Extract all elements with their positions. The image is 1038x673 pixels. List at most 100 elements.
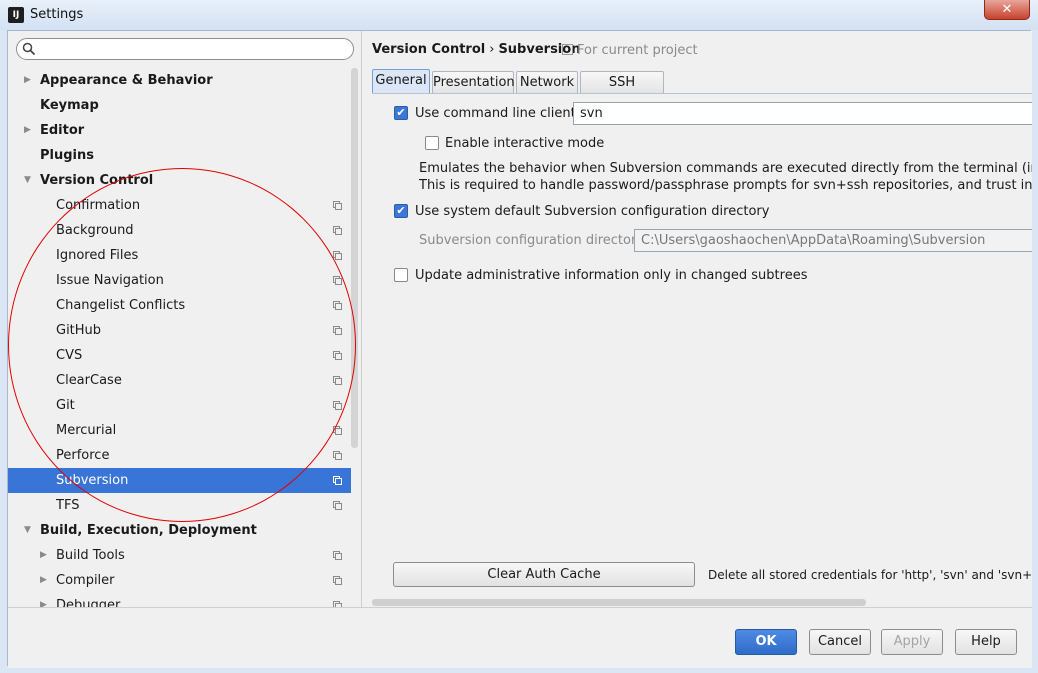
breadcrumb-separator: ›: [489, 42, 495, 57]
dialog-button-bar: OK Cancel Apply Help: [8, 607, 1032, 668]
sidebar-item-git[interactable]: Git: [8, 393, 351, 418]
sidebar-item-editor[interactable]: ▶ Editor: [8, 118, 351, 143]
use-command-line-client-label: Use command line client:: [415, 106, 581, 121]
breadcrumb-parent: Version Control: [372, 42, 486, 57]
title-bar: IJ Settings ✕: [0, 0, 1038, 30]
settings-window: IJ Settings ✕ ▶ Appearance & Behavior Keym…: [0, 0, 1038, 673]
sidebar-item-label: Build, Execution, Deployment: [40, 523, 257, 538]
expand-arrow-down-icon[interactable]: ▼: [24, 168, 31, 193]
tab-general[interactable]: General: [372, 69, 430, 93]
window-title: Settings: [30, 7, 84, 22]
cancel-button[interactable]: Cancel: [809, 629, 871, 655]
update-admin-info-label: Update administrative information only i…: [415, 268, 808, 283]
project-level-icon: [333, 426, 342, 435]
expand-arrow-right-icon[interactable]: ▶: [40, 543, 47, 568]
project-level-icon: [333, 226, 342, 235]
sidebar-item-label: Perforce: [56, 448, 110, 463]
dialog-client-area: ▶ Appearance & Behavior Keymap ▶ Editor Plugi…: [7, 30, 1032, 668]
apply-button[interactable]: Apply: [881, 629, 943, 655]
intellij-app-icon: IJ: [8, 7, 24, 23]
sidebar-item-build-execution-deployment[interactable]: ▼ Build, Execution, Deployment: [8, 518, 351, 543]
project-scope-icon: [562, 44, 573, 55]
sidebar-scrollbar[interactable]: [351, 68, 358, 448]
settings-sidebar: ▶ Appearance & Behavior Keymap ▶ Editor Plugi…: [8, 31, 360, 607]
project-level-icon: [333, 251, 342, 260]
ok-button[interactable]: OK: [735, 629, 797, 655]
expand-arrow-right-icon[interactable]: ▶: [40, 568, 47, 593]
tab-network[interactable]: Network: [516, 71, 578, 93]
project-level-icon: [333, 476, 342, 485]
project-level-icon: [333, 551, 342, 560]
expand-arrow-right-icon[interactable]: ▶: [24, 118, 31, 143]
interactive-mode-description-line-2: This is required to handle password/pass…: [419, 178, 1032, 193]
sidebar-item-tfs[interactable]: TFS: [8, 493, 351, 518]
sidebar-item-cvs[interactable]: CVS: [8, 343, 351, 368]
general-tab-panel: ✔ Use command line client: svn Enable in…: [372, 93, 1032, 587]
tab-ssh-settings[interactable]: SSH Settings: [580, 71, 664, 111]
sidebar-item-compiler[interactable]: ▶ Compiler: [8, 568, 351, 593]
project-level-icon: [333, 326, 342, 335]
sidebar-item-mercurial[interactable]: Mercurial: [8, 418, 351, 443]
project-level-icon: [333, 576, 342, 585]
use-command-line-client-checkbox[interactable]: ✔: [394, 106, 408, 120]
sidebar-item-label: CVS: [56, 348, 83, 363]
use-default-config-dir-checkbox[interactable]: ✔: [394, 204, 408, 218]
sidebar-item-plugins[interactable]: Plugins: [8, 143, 351, 168]
sidebar-item-ignored-files[interactable]: Ignored Files: [8, 243, 351, 268]
sidebar-item-label: GitHub: [56, 323, 102, 338]
enable-interactive-mode-checkbox[interactable]: [425, 136, 439, 150]
sidebar-item-label: Ignored Files: [56, 248, 139, 263]
help-button[interactable]: Help: [955, 629, 1017, 655]
sidebar-item-subversion[interactable]: Subversion: [8, 468, 351, 493]
clear-auth-cache-hint: Delete all stored credentials for 'http'…: [708, 568, 1032, 582]
settings-search-input[interactable]: [16, 38, 354, 60]
config-dir-input: C:\Users\gaoshaochen\AppData\Roaming\Sub…: [634, 229, 1032, 252]
sidebar-item-label: Subversion: [56, 473, 129, 488]
expand-arrow-right-icon[interactable]: ▶: [40, 593, 47, 607]
sidebar-item-label: TFS: [56, 498, 80, 513]
sidebar-item-label: Build Tools: [56, 548, 125, 563]
project-level-icon: [333, 301, 342, 310]
clear-auth-cache-button[interactable]: Clear Auth Cache: [393, 562, 695, 587]
content-horizontal-scrollbar[interactable]: [372, 599, 866, 606]
sidebar-item-label: Confirmation: [56, 198, 141, 213]
tab-presentation[interactable]: Presentation: [432, 71, 515, 93]
project-level-icon: [333, 451, 342, 460]
sidebar-item-appearance-behavior[interactable]: ▶ Appearance & Behavior: [8, 68, 351, 93]
expand-arrow-right-icon[interactable]: ▶: [24, 68, 31, 93]
sidebar-item-build-tools[interactable]: ▶ Build Tools: [8, 543, 351, 568]
project-level-icon: [333, 401, 342, 410]
project-scope-text: For current project: [577, 43, 698, 58]
expand-arrow-down-icon[interactable]: ▼: [24, 518, 31, 543]
project-level-icon: [333, 276, 342, 285]
sidebar-item-perforce[interactable]: Perforce: [8, 443, 351, 468]
update-admin-info-checkbox[interactable]: [394, 268, 408, 282]
command-line-client-input[interactable]: svn: [573, 102, 1032, 125]
sidebar-item-label: Compiler: [56, 573, 115, 588]
config-dir-label: Subversion configuration directory:: [419, 233, 648, 248]
sidebar-item-background[interactable]: Background: [8, 218, 351, 243]
sidebar-item-version-control[interactable]: ▼ Version Control: [8, 168, 351, 193]
search-icon: [22, 42, 36, 56]
breadcrumb: Version Control › Subversion: [372, 42, 580, 57]
sidebar-item-github[interactable]: GitHub: [8, 318, 351, 343]
close-window-button[interactable]: ✕: [984, 0, 1030, 20]
sidebar-item-label: Appearance & Behavior: [40, 73, 213, 88]
sidebar-item-label: Git: [56, 398, 75, 413]
sidebar-item-label: ClearCase: [56, 373, 122, 388]
sidebar-item-label: Version Control: [40, 173, 154, 188]
project-level-icon: [333, 351, 342, 360]
project-level-icon: [333, 201, 342, 210]
sidebar-item-label: Changelist Conflicts: [56, 298, 186, 313]
sidebar-item-label: Keymap: [40, 98, 99, 113]
settings-tree: ▶ Appearance & Behavior Keymap ▶ Editor Plugi…: [8, 68, 351, 607]
sidebar-item-debugger[interactable]: ▶ Debugger: [8, 593, 351, 607]
sidebar-item-confirmation[interactable]: Confirmation: [8, 193, 351, 218]
sidebar-item-keymap[interactable]: Keymap: [8, 93, 351, 118]
sidebar-item-clearcase[interactable]: ClearCase: [8, 368, 351, 393]
sidebar-item-label: Background: [56, 223, 134, 238]
sidebar-item-changelist-conflicts[interactable]: Changelist Conflicts: [8, 293, 351, 318]
sidebar-item-issue-navigation[interactable]: Issue Navigation: [8, 268, 351, 293]
sidebar-item-label: Mercurial: [56, 423, 117, 438]
interactive-mode-description-line-1: Emulates the behavior when Subversion co…: [419, 161, 1032, 176]
